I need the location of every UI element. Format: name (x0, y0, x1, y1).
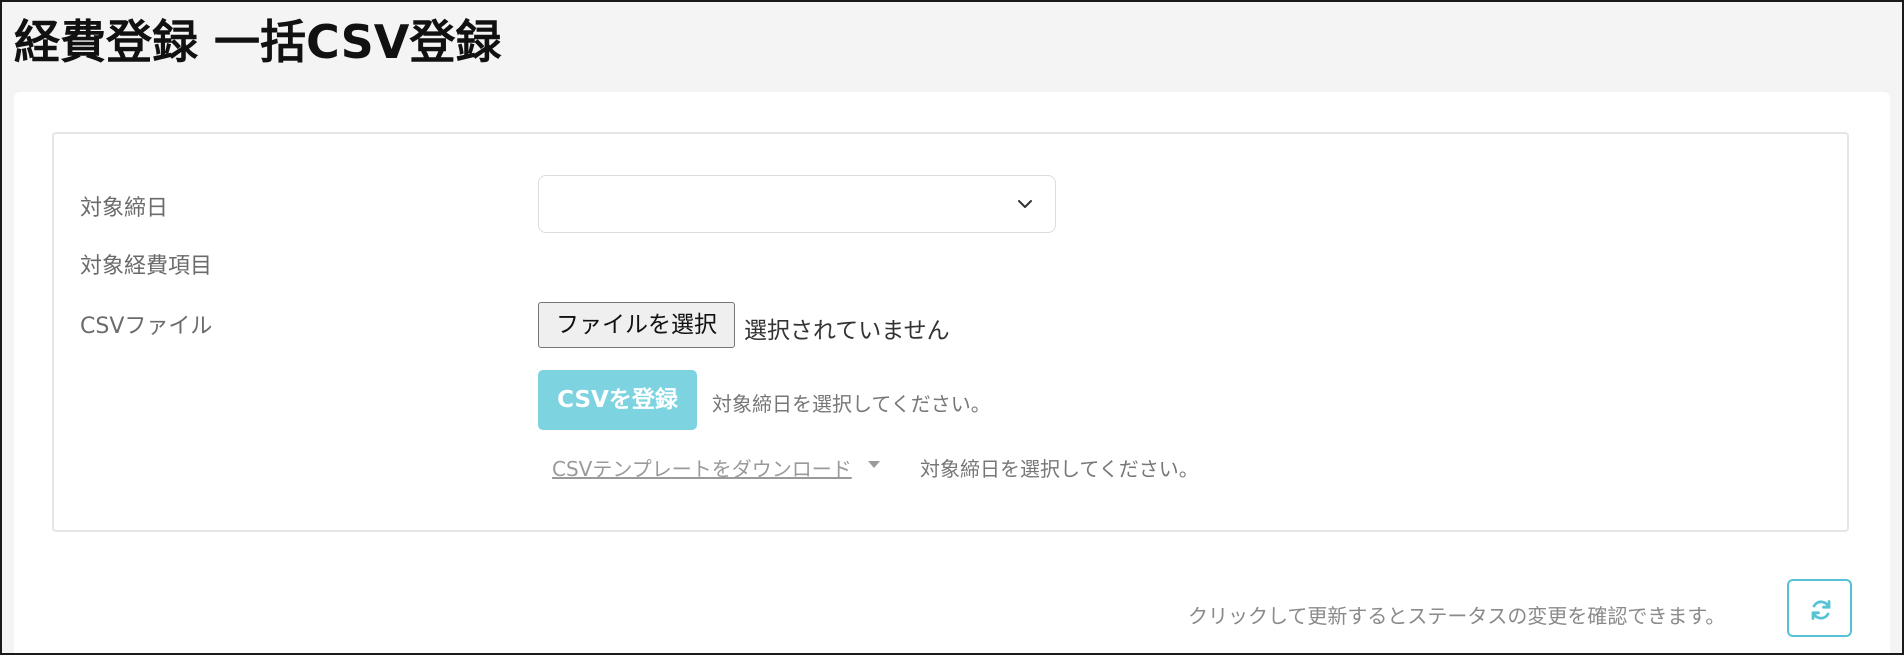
caret-down-icon (868, 461, 880, 468)
csv-template-download-link[interactable]: CSVテンプレートをダウンロード (552, 453, 852, 482)
page-title: 経費登録 一括CSV登録 (14, 15, 502, 69)
refresh-button[interactable] (1787, 579, 1852, 637)
csv-upload-form: 対象締日 対象経費項目 CSVファイル ファイルを選択 選択されていません CS… (52, 132, 1849, 532)
content-card: 対象締日 対象経費項目 CSVファイル ファイルを選択 選択されていません CS… (14, 92, 1890, 653)
closing-date-label: 対象締日 (80, 196, 169, 221)
refresh-icon (1811, 600, 1831, 620)
register-hint: 対象締日を選択してください。 (712, 392, 991, 416)
csv-file-label: CSVファイル (80, 314, 213, 339)
refresh-note: クリックして更新するとステータスの変更を確認できます。 (1188, 604, 1726, 628)
expense-item-label: 対象経費項目 (80, 254, 213, 279)
file-status-text: 選択されていません (744, 318, 950, 344)
chevron-down-icon (1018, 200, 1032, 208)
choose-file-button[interactable]: ファイルを選択 (538, 302, 735, 348)
template-hint: 対象締日を選択してください。 (920, 457, 1199, 481)
closing-date-select[interactable] (538, 175, 1056, 233)
app-window: 経費登録 一括CSV登録 対象締日 対象経費項目 CSVファイル ファイルを選択… (0, 0, 1904, 655)
register-csv-button[interactable]: CSVを登録 (538, 370, 697, 430)
